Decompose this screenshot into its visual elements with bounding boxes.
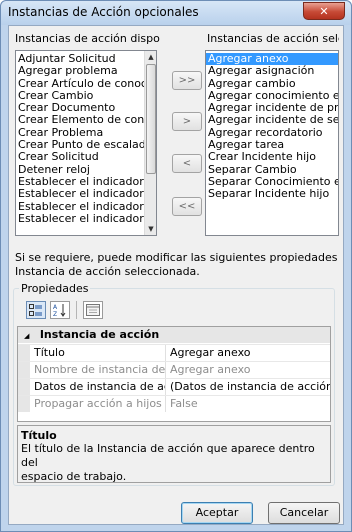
available-list-item[interactable]: Crear Artículo de conocimiento	[16, 78, 144, 90]
selected-list-item[interactable]: Agregar incidente de principal	[206, 102, 338, 114]
property-description: Título El título de la Instancia de acci…	[17, 425, 331, 483]
selected-list-item[interactable]: Separar Incidente hijo	[206, 188, 338, 200]
property-grid: ◢ Instancia de acción Título Agregar anex…	[17, 326, 331, 422]
svg-text:A: A	[53, 304, 58, 311]
collapse-icon[interactable]: ◢	[24, 328, 36, 344]
property-row-gutter	[18, 396, 30, 412]
close-icon: ✕	[319, 4, 329, 18]
add-button[interactable]: >	[172, 112, 202, 131]
property-row[interactable]: Nombre de instancia de acción Agregar ane…	[18, 361, 330, 378]
remove-button[interactable]: <	[172, 154, 202, 173]
selected-list-item[interactable]: Agregar conocimiento enlazado	[206, 90, 338, 102]
available-list-item[interactable]: Crear Punto de escalado	[16, 139, 144, 151]
properties-group: Propiedades A Z ◢ Instancia de acción Tí…	[13, 282, 335, 486]
property-row-gutter	[18, 379, 30, 395]
available-list-scrollbar[interactable]: ▲ ▼	[144, 51, 156, 235]
alphabetical-sort-icon[interactable]: A Z	[50, 301, 70, 319]
accept-button[interactable]: Aceptar	[181, 502, 253, 524]
available-list-label: Instancias de acción disponibles	[15, 32, 160, 45]
selected-list-item[interactable]: Agregar tarea	[206, 139, 338, 151]
dialog-window: Instancias de Acción opcionales ✕ Instan…	[0, 0, 352, 532]
selected-list-label: Instancias de acción seleccionadas	[207, 32, 339, 45]
title-bar: Instancias de Acción opcionales ✕	[1, 1, 351, 25]
property-name: Nombre de instancia de acción	[34, 362, 166, 378]
available-actions-list[interactable]: Adjuntar Solicitud Agregar problema Crear …	[15, 50, 157, 236]
available-list-item[interactable]: Adjuntar Solicitud	[16, 53, 144, 65]
description-title: Título	[21, 429, 57, 442]
property-pages-icon[interactable]	[83, 301, 103, 319]
selected-actions-list[interactable]: Agregar anexo Agregar asignación Agregar c…	[205, 50, 339, 236]
property-row[interactable]: Título Agregar anexo	[18, 344, 330, 361]
property-row-gutter	[18, 345, 30, 361]
cancel-button[interactable]: Cancelar	[268, 502, 340, 524]
dialog-client-area: Instancias de acción disponibles Adjunta…	[8, 25, 344, 525]
remove-all-button[interactable]: <<	[172, 197, 202, 216]
available-list-item[interactable]: Establecer el indicador de	[16, 188, 144, 200]
description-line2: espacio de trabajo.	[21, 470, 127, 483]
selected-list-item[interactable]: Agregar recordatorio	[206, 127, 338, 139]
selected-list-item[interactable]: Crear Incidente hijo	[206, 151, 338, 163]
info-text-line2: Instancia de acción seleccionada.	[15, 265, 200, 278]
add-all-button[interactable]: >>	[172, 71, 202, 90]
selected-list-item[interactable]: Separar Cambio	[206, 164, 338, 176]
selected-list-item[interactable]: Separar Conocimiento enlazado	[206, 176, 338, 188]
property-value: False	[170, 397, 198, 410]
property-row-gutter	[18, 362, 30, 378]
info-text-line1: Si se requiere, puede modificar las sigu…	[15, 251, 341, 264]
selected-list-item[interactable]: Agregar cambio	[206, 78, 338, 90]
dialog-title: Instancias de Acción opcionales	[8, 5, 199, 19]
available-list-item[interactable]: Crear Problema	[16, 127, 144, 139]
close-button[interactable]: ✕	[303, 2, 345, 20]
available-list-item[interactable]: Establecer el indicador de	[16, 176, 144, 188]
property-name: Datos de instancia de acción	[32, 379, 166, 395]
scroll-up-icon[interactable]: ▲	[145, 51, 156, 63]
available-list-item[interactable]: Crear Solicitud	[16, 151, 144, 163]
available-list-item[interactable]: Detener reloj	[16, 164, 144, 176]
scroll-thumb[interactable]	[146, 64, 156, 174]
property-name: Título	[32, 345, 166, 361]
svg-text:Z: Z	[53, 311, 57, 317]
toolbar-separator	[76, 301, 77, 319]
selected-list-item[interactable]: Agregar incidente de secundario	[206, 114, 338, 126]
property-row[interactable]: Propagar acción a hijos False	[18, 395, 330, 412]
available-list-item[interactable]: Crear Elemento de configuración	[16, 114, 144, 126]
categorized-view-icon[interactable]	[26, 301, 46, 319]
property-value[interactable]: (Datos de instancia de acción)	[168, 379, 330, 395]
property-category-label: Instancia de acción	[39, 328, 160, 341]
available-list-item[interactable]: Agregar problema	[16, 65, 144, 77]
property-value[interactable]: Agregar anexo	[168, 345, 330, 361]
description-line1: El título de la Instancia de acción que …	[21, 442, 315, 469]
available-list-item[interactable]: Crear Cambio	[16, 90, 144, 102]
available-list-item[interactable]: Establecer el indicador de	[16, 201, 144, 213]
available-list-item[interactable]: Establecer el indicador de	[16, 213, 144, 225]
properties-group-label: Propiedades	[19, 282, 91, 295]
available-list-item[interactable]: Crear Documento	[16, 102, 144, 114]
property-name: Propagar acción a hijos	[32, 396, 166, 412]
property-row[interactable]: Datos de instancia de acción(Datos de in…	[18, 378, 330, 395]
selected-list-item[interactable]: Agregar asignación	[206, 65, 338, 77]
property-category[interactable]: ◢ Instancia de acción	[18, 327, 330, 343]
scroll-down-icon[interactable]: ▼	[145, 223, 156, 235]
selected-list-item[interactable]: Agregar anexo	[206, 53, 338, 66]
property-value: Agregar anexo	[170, 363, 251, 376]
property-grid-toolbar: A Z	[26, 301, 103, 321]
